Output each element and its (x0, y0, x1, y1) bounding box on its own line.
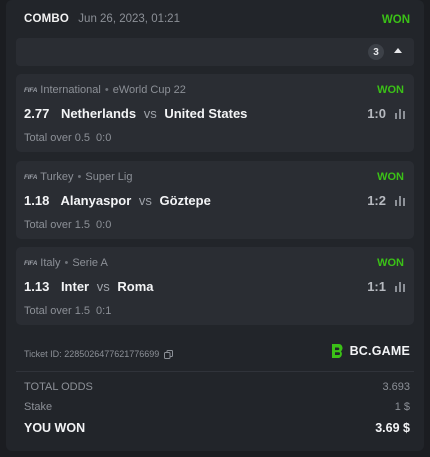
match-score: 1:0 (367, 106, 386, 121)
separator-dot: • (64, 257, 69, 269)
bc-game-logo-icon (331, 344, 343, 358)
payout-value: 3.69 $ (375, 421, 410, 435)
market-name: Total over 1.5 (24, 219, 91, 231)
selection-status-badge: WON (377, 84, 404, 96)
brand-logo: BC.GAME (330, 343, 410, 359)
market-name: Total over 0.5 (24, 132, 91, 144)
home-team: Netherlands (60, 106, 137, 121)
market-line: Total over 0.5 0:0 (24, 132, 111, 144)
market-pick: 0:0 (96, 132, 112, 144)
selections-toggle[interactable]: 3 (16, 38, 414, 66)
selection-odds: 1.13 (24, 279, 50, 294)
selection-card: FIFA Turkey • Super Lig WON 1.18 Alanyas… (16, 161, 414, 239)
selection-card: FIFA Italy • Serie A WON 1.13 Inter vs R… (16, 247, 414, 325)
market-name: Total over 1.5 (24, 305, 91, 317)
league-name[interactable]: Super Lig (85, 171, 132, 183)
match-line[interactable]: 1.13 Inter vs Roma (24, 279, 153, 294)
total-odds-row: TOTAL ODDS 3.693 (24, 381, 410, 393)
away-team: United States (164, 106, 248, 121)
selection-status-badge: WON (377, 257, 404, 269)
separator-dot: • (104, 84, 109, 96)
bet-type-label: COMBO (24, 13, 70, 25)
away-team: Göztepe (159, 193, 211, 208)
stats-icon[interactable] (395, 281, 405, 292)
selections-count-badge: 3 (368, 44, 384, 60)
payout-row: YOU WON 3.69 $ (24, 421, 410, 435)
chevron-up-icon[interactable] (394, 48, 402, 53)
country-name[interactable]: International (40, 84, 101, 96)
slip-header: COMBO Jun 26, 2023, 01:21 (24, 13, 180, 25)
bet-slip-card: COMBO Jun 26, 2023, 01:21 WON 3 FIFA Int… (6, 0, 424, 451)
stake-value: 1 $ (394, 401, 410, 413)
selection-odds: 2.77 (24, 106, 50, 121)
match-line[interactable]: 1.18 Alanyaspor vs Göztepe (24, 193, 211, 208)
fifa-icon: FIFA (24, 259, 38, 267)
match-score: 1:2 (367, 193, 386, 208)
market-line: Total over 1.5 0:0 (24, 219, 111, 231)
fifa-icon: FIFA (24, 173, 38, 181)
ticket-id-label: Ticket ID: (24, 349, 62, 359)
total-odds-value: 3.693 (382, 381, 410, 393)
league-name[interactable]: Serie A (72, 257, 107, 269)
vs-label: vs (138, 193, 152, 208)
country-name[interactable]: Italy (40, 257, 60, 269)
selection-card: FIFA International • eWorld Cup 22 WON 2… (16, 74, 414, 152)
brand-name: BC.GAME (349, 344, 410, 358)
stake-row: Stake 1 $ (24, 401, 410, 413)
stats-icon[interactable] (395, 108, 405, 119)
separator-dot: • (77, 171, 82, 183)
copy-icon[interactable] (164, 349, 174, 359)
stats-icon[interactable] (395, 195, 405, 206)
away-team: Roma (117, 279, 154, 294)
country-name[interactable]: Turkey (40, 171, 73, 183)
stake-label: Stake (24, 401, 53, 413)
bet-date: Jun 26, 2023, 01:21 (78, 13, 180, 25)
league-name[interactable]: eWorld Cup 22 (113, 84, 186, 96)
selection-odds: 1.18 (24, 193, 50, 208)
total-odds-label: TOTAL ODDS (24, 381, 93, 393)
league-line: FIFA International • eWorld Cup 22 (24, 84, 186, 96)
vs-label: vs (143, 106, 157, 121)
selection-status-badge: WON (377, 171, 404, 183)
league-line: FIFA Italy • Serie A (24, 257, 108, 269)
fifa-icon: FIFA (24, 86, 38, 94)
match-line[interactable]: 2.77 Netherlands vs United States (24, 106, 247, 121)
vs-label: vs (96, 279, 110, 294)
ticket-id-value: 2285026477621776699 (64, 349, 160, 359)
market-line: Total over 1.5 0:1 (24, 305, 111, 317)
league-line: FIFA Turkey • Super Lig (24, 171, 132, 183)
ticket-id: Ticket ID: 2285026477621776699 (24, 349, 174, 359)
home-team: Alanyaspor (60, 193, 132, 208)
payout-label: YOU WON (24, 421, 86, 435)
market-pick: 0:1 (96, 305, 112, 317)
match-score: 1:1 (367, 279, 386, 294)
home-team: Inter (60, 279, 90, 294)
market-pick: 0:0 (96, 219, 112, 231)
summary-divider (16, 371, 414, 372)
slip-status-badge: WON (381, 14, 410, 26)
